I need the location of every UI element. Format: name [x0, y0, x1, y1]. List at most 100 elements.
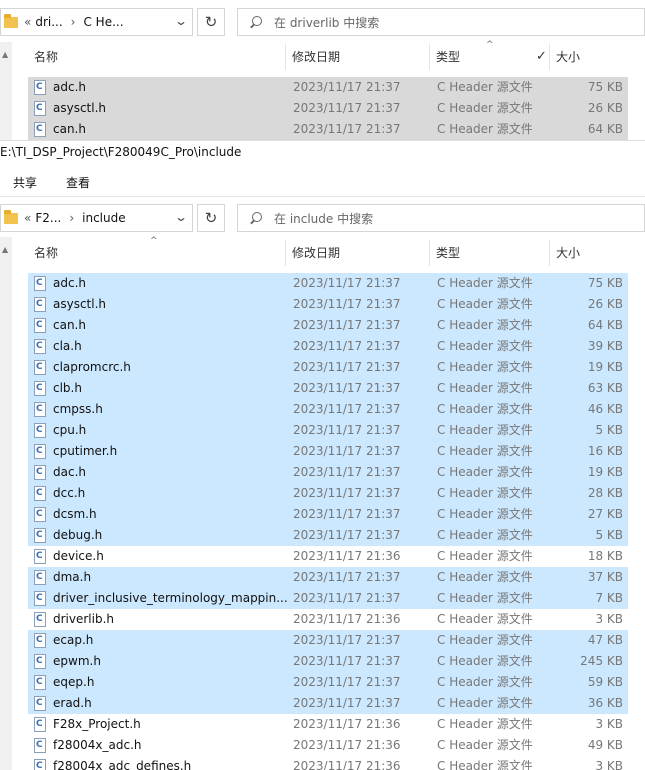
file-name: erad.h	[53, 696, 92, 710]
file-size: 64 KB	[587, 122, 623, 136]
file-row[interactable]: adc.h 2023/11/17 21:37 C Header 源文件 75 KB	[28, 273, 628, 294]
chevron-down-icon[interactable]: ⌄	[174, 14, 188, 28]
file-row[interactable]: cputimer.h 2023/11/17 21:37 C Header 源文件 16…	[28, 441, 628, 462]
file-row[interactable]: clb.h 2023/11/17 21:37 C Header 源文件 63 KB	[28, 378, 628, 399]
file-name: dcc.h	[53, 486, 86, 500]
file-size: 3 KB	[595, 612, 623, 626]
file-row[interactable]: dma.h 2023/11/17 21:37 C Header 源文件 37 KB	[28, 567, 628, 588]
c-header-file-icon	[34, 675, 46, 690]
file-name: device.h	[53, 549, 104, 563]
file-size: 49 KB	[587, 738, 623, 752]
file-size: 26 KB	[587, 297, 623, 311]
file-type: C Header 源文件	[437, 570, 533, 584]
file-type: C Header 源文件	[437, 122, 533, 136]
c-header-file-icon	[34, 654, 46, 669]
breadcrumb[interactable]: « F2... › include ⌄	[0, 204, 193, 232]
search-input[interactable]: 在 driverlib 中搜索	[237, 8, 645, 36]
file-date: 2023/11/17 21:37	[293, 486, 401, 500]
file-type: C Header 源文件	[437, 528, 533, 542]
file-type: C Header 源文件	[437, 717, 533, 731]
explorer-window-include: E:\TI_DSP_Project\F280049C_Pro\include 共…	[0, 140, 645, 770]
column-header-name[interactable]: 名称	[28, 44, 286, 70]
scroll-up-icon[interactable]: ▲	[2, 245, 8, 254]
file-row[interactable]: cla.h 2023/11/17 21:37 C Header 源文件 39 KB	[28, 336, 628, 357]
breadcrumb-overflow[interactable]: «	[24, 211, 31, 225]
breadcrumb-item[interactable]: dri...	[35, 15, 62, 29]
c-header-file-icon	[34, 696, 46, 711]
file-name: cmpss.h	[53, 402, 103, 416]
ribbon-tabs: 共享 查看	[0, 167, 645, 197]
file-row[interactable]: ecap.h 2023/11/17 21:37 C Header 源文件 47 KB	[28, 630, 628, 651]
file-row[interactable]: driverlib.h 2023/11/17 21:36 C Header 源文件 3…	[28, 609, 628, 630]
scroll-up-icon[interactable]: ▲	[2, 50, 8, 59]
file-type: C Header 源文件	[437, 444, 533, 458]
chevron-down-icon[interactable]: ⌄	[174, 210, 188, 224]
column-header-size[interactable]: 大小	[550, 44, 628, 70]
file-row[interactable]: device.h 2023/11/17 21:36 C Header 源文件 18 K…	[28, 546, 628, 567]
tab-share[interactable]: 共享	[13, 174, 37, 191]
file-row[interactable]: can.h 2023/11/17 21:37 C Header 源文件 64 KB	[28, 119, 628, 140]
vertical-scrollbar[interactable]: ▲	[0, 237, 12, 770]
file-date: 2023/11/17 21:36	[293, 759, 401, 770]
file-row[interactable]: adc.h 2023/11/17 21:37 C Header 源文件 75 KB	[28, 77, 628, 98]
file-row[interactable]: dac.h 2023/11/17 21:37 C Header 源文件 19 KB	[28, 462, 628, 483]
file-date: 2023/11/17 21:37	[293, 591, 401, 605]
breadcrumb-overflow[interactable]: «	[24, 15, 31, 29]
file-row[interactable]: f28004x_adc.h 2023/11/17 21:36 C Header 源文…	[28, 735, 628, 756]
file-name: dma.h	[53, 570, 92, 584]
file-date: 2023/11/17 21:37	[293, 276, 401, 290]
file-row[interactable]: debug.h 2023/11/17 21:37 C Header 源文件 5 KB	[28, 525, 628, 546]
breadcrumb-item[interactable]: F2...	[35, 211, 61, 225]
file-row[interactable]: f28004x_adc_defines.h 2023/11/17 21:36 C H…	[28, 756, 628, 770]
breadcrumb[interactable]: « dri... › C He... ⌄	[0, 8, 193, 36]
file-name: asysctl.h	[53, 297, 107, 311]
column-header-date[interactable]: 修改日期	[286, 44, 430, 70]
column-headers: 名称 ^ 修改日期 类型 大小	[28, 236, 628, 266]
file-row[interactable]: clapromcrc.h 2023/11/17 21:37 C Header 源文件…	[28, 357, 628, 378]
file-row[interactable]: cmpss.h 2023/11/17 21:37 C Header 源文件 46 KB	[28, 399, 628, 420]
file-name: eqep.h	[53, 675, 95, 689]
file-date: 2023/11/17 21:37	[293, 423, 401, 437]
c-header-file-icon	[34, 122, 46, 137]
refresh-button[interactable]: ↻	[197, 8, 225, 36]
column-header-size[interactable]: 大小	[550, 240, 628, 266]
file-row[interactable]: F28x_Project.h 2023/11/17 21:36 C Header 源…	[28, 714, 628, 735]
file-size: 5 KB	[595, 423, 623, 437]
file-size: 19 KB	[587, 465, 623, 479]
file-type: C Header 源文件	[437, 591, 533, 605]
file-date: 2023/11/17 21:37	[293, 654, 401, 668]
file-row[interactable]: can.h 2023/11/17 21:37 C Header 源文件 64 KB	[28, 315, 628, 336]
file-row[interactable]: dcc.h 2023/11/17 21:37 C Header 源文件 28 KB	[28, 483, 628, 504]
folder-icon	[4, 13, 18, 28]
file-row[interactable]: asysctl.h 2023/11/17 21:37 C Header 源文件 26 …	[28, 294, 628, 315]
file-type: C Header 源文件	[437, 318, 533, 332]
file-name: clb.h	[53, 381, 82, 395]
c-header-file-icon	[34, 360, 46, 375]
chevron-right-icon: ›	[70, 15, 76, 29]
file-row[interactable]: erad.h 2023/11/17 21:37 C Header 源文件 36 KB	[28, 693, 628, 714]
file-date: 2023/11/17 21:36	[293, 717, 401, 731]
breadcrumb-item[interactable]: C He...	[83, 15, 123, 29]
refresh-button[interactable]: ↻	[197, 204, 225, 232]
column-header-type[interactable]: 类型	[430, 240, 550, 266]
column-header-date[interactable]: 修改日期	[286, 240, 430, 266]
file-date: 2023/11/17 21:37	[293, 465, 401, 479]
file-row[interactable]: asysctl.h 2023/11/17 21:37 C Header 源文件 26 …	[28, 98, 628, 119]
search-input[interactable]: 在 include 中搜索	[237, 204, 645, 232]
file-type: C Header 源文件	[437, 339, 533, 353]
breadcrumb-item[interactable]: include	[82, 211, 125, 225]
address-bar: « dri... › C He... ⌄ ↻ 在 driverlib 中搜索	[0, 4, 645, 38]
file-row[interactable]: epwm.h 2023/11/17 21:37 C Header 源文件 245 KB	[28, 651, 628, 672]
file-row[interactable]: eqep.h 2023/11/17 21:37 C Header 源文件 59 KB	[28, 672, 628, 693]
file-row[interactable]: driver_inclusive_terminology_mappin... 20…	[28, 588, 628, 609]
file-size: 39 KB	[587, 339, 623, 353]
tab-view[interactable]: 查看	[66, 174, 90, 191]
file-row[interactable]: dcsm.h 2023/11/17 21:37 C Header 源文件 27 KB	[28, 504, 628, 525]
vertical-scrollbar[interactable]: ▲	[0, 42, 12, 140]
file-size: 5 KB	[595, 528, 623, 542]
checkmark-icon[interactable]: ✓	[536, 49, 547, 64]
file-name: dac.h	[53, 465, 86, 479]
file-row[interactable]: cpu.h 2023/11/17 21:37 C Header 源文件 5 KB	[28, 420, 628, 441]
file-type: C Header 源文件	[437, 675, 533, 689]
column-headers: 名称 修改日期 类型 ^ ✓ 大小	[28, 40, 628, 70]
